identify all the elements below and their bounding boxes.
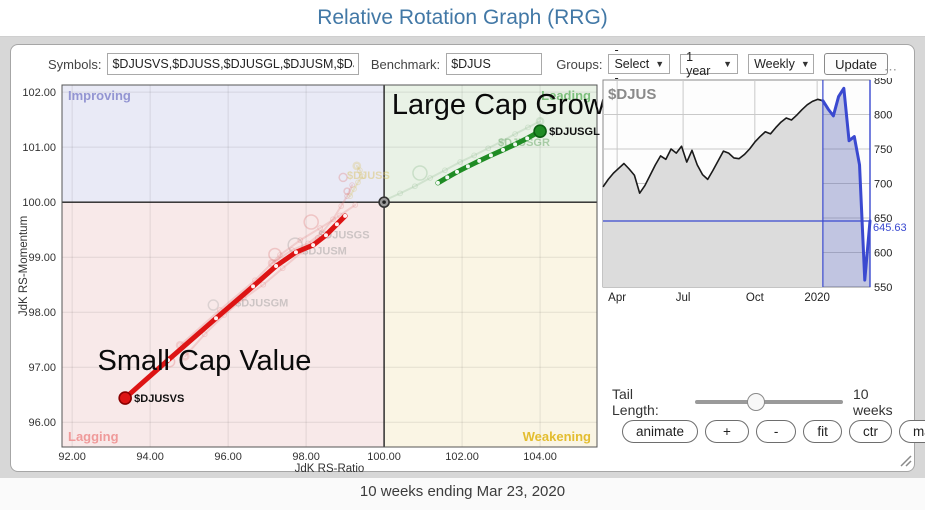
svg-text:99.00: 99.00 bbox=[28, 252, 56, 264]
svg-text:Oct: Oct bbox=[746, 292, 765, 304]
svg-text:102.00: 102.00 bbox=[445, 451, 479, 463]
rrg-app: Relative Rotation Graph (RRG) Symbols: B… bbox=[0, 0, 925, 510]
chevron-down-icon: ▼ bbox=[723, 59, 732, 69]
svg-text:96.00: 96.00 bbox=[214, 451, 242, 463]
animate-button[interactable]: animate bbox=[622, 420, 698, 443]
svg-text:$DJUSGM: $DJUSGM bbox=[235, 298, 288, 310]
period-select-value: 1 year bbox=[686, 50, 717, 78]
svg-text:2020: 2020 bbox=[804, 292, 830, 304]
svg-text:850: 850 bbox=[874, 78, 892, 87]
svg-text:98.00: 98.00 bbox=[28, 307, 56, 319]
tail-length-slider[interactable] bbox=[695, 400, 843, 404]
resize-handle-icon[interactable] bbox=[898, 453, 912, 467]
chevron-down-icon: ▼ bbox=[801, 59, 810, 69]
svg-text:Weakening: Weakening bbox=[523, 429, 591, 444]
svg-text:Improving: Improving bbox=[68, 88, 131, 103]
app-header: Relative Rotation Graph (RRG) bbox=[0, 0, 925, 37]
symbols-label: Symbols: bbox=[48, 57, 101, 72]
svg-text:Jul: Jul bbox=[676, 292, 691, 304]
svg-text:JdK RS-Ratio: JdK RS-Ratio bbox=[295, 463, 365, 472]
toolbar-grip-icon[interactable]: ⋯ bbox=[884, 62, 898, 78]
svg-text:96.00: 96.00 bbox=[28, 417, 56, 429]
svg-text:$DJUSVS: $DJUSVS bbox=[134, 393, 184, 405]
svg-text:104.00: 104.00 bbox=[523, 451, 557, 463]
svg-text:100.00: 100.00 bbox=[22, 197, 56, 209]
svg-text:600: 600 bbox=[874, 248, 892, 260]
svg-text:645.63: 645.63 bbox=[873, 222, 907, 234]
benchmark-label: Benchmark: bbox=[371, 57, 440, 72]
svg-text:Small Cap Value: Small Cap Value bbox=[97, 345, 311, 377]
max-button[interactable]: max bbox=[899, 420, 925, 443]
frequency-select-value: Weekly bbox=[754, 57, 795, 71]
svg-text:98.00: 98.00 bbox=[292, 451, 320, 463]
update-button[interactable]: Update bbox=[824, 53, 888, 75]
svg-text:JdK RS-Momentum: JdK RS-Momentum bbox=[18, 216, 30, 316]
svg-text:$DJUSGL: $DJUSGL bbox=[549, 126, 600, 138]
chevron-down-icon: ▼ bbox=[655, 59, 664, 69]
groups-select[interactable]: - Select - ▼ bbox=[608, 54, 670, 74]
price-chart: 550600650700750800850645.63AprJulOct2020… bbox=[600, 78, 915, 310]
tail-length-value: 10 weeks bbox=[853, 386, 912, 418]
groups-label: Groups: bbox=[556, 57, 602, 72]
slider-handle[interactable] bbox=[747, 393, 765, 411]
svg-text:$DJUS: $DJUS bbox=[608, 86, 656, 103]
center-button[interactable]: ctr bbox=[849, 420, 892, 443]
zoom-out-button[interactable]: - bbox=[756, 420, 797, 443]
svg-text:94.00: 94.00 bbox=[136, 451, 164, 463]
svg-text:Lagging: Lagging bbox=[68, 429, 119, 444]
svg-text:97.00: 97.00 bbox=[28, 362, 56, 374]
benchmark-input[interactable] bbox=[446, 53, 542, 75]
page-title: Relative Rotation Graph (RRG) bbox=[0, 0, 925, 36]
svg-text:700: 700 bbox=[874, 179, 892, 191]
zoom-in-button[interactable]: + bbox=[705, 420, 749, 443]
svg-text:102.00: 102.00 bbox=[22, 87, 56, 99]
svg-text:101.00: 101.00 bbox=[22, 142, 56, 154]
rrg-chart: ImprovingLeadingLaggingWeakening92.0094.… bbox=[14, 76, 614, 472]
svg-text:800: 800 bbox=[874, 110, 892, 122]
svg-text:100.00: 100.00 bbox=[367, 451, 401, 463]
svg-text:Large Cap Growth: Large Cap Growth bbox=[392, 89, 614, 121]
toolbar: Symbols: Benchmark: Groups: - Select - ▼… bbox=[48, 52, 888, 76]
svg-text:$DJUSS: $DJUSS bbox=[347, 170, 390, 182]
date-caption: 10 weeks ending Mar 23, 2020 bbox=[0, 483, 925, 500]
chart-buttons: animate + - fit ctr max bbox=[622, 420, 925, 443]
svg-text:550: 550 bbox=[874, 282, 892, 294]
svg-text:Apr: Apr bbox=[608, 292, 626, 304]
svg-text:92.00: 92.00 bbox=[58, 451, 86, 463]
period-select[interactable]: 1 year ▼ bbox=[680, 54, 738, 74]
fit-button[interactable]: fit bbox=[803, 420, 842, 443]
tail-length-label: Tail Length: bbox=[612, 386, 683, 418]
svg-text:750: 750 bbox=[874, 144, 892, 156]
frequency-select[interactable]: Weekly ▼ bbox=[748, 54, 814, 74]
tail-length-control: Tail Length: 10 weeks bbox=[612, 386, 912, 418]
symbols-input[interactable] bbox=[107, 53, 358, 75]
